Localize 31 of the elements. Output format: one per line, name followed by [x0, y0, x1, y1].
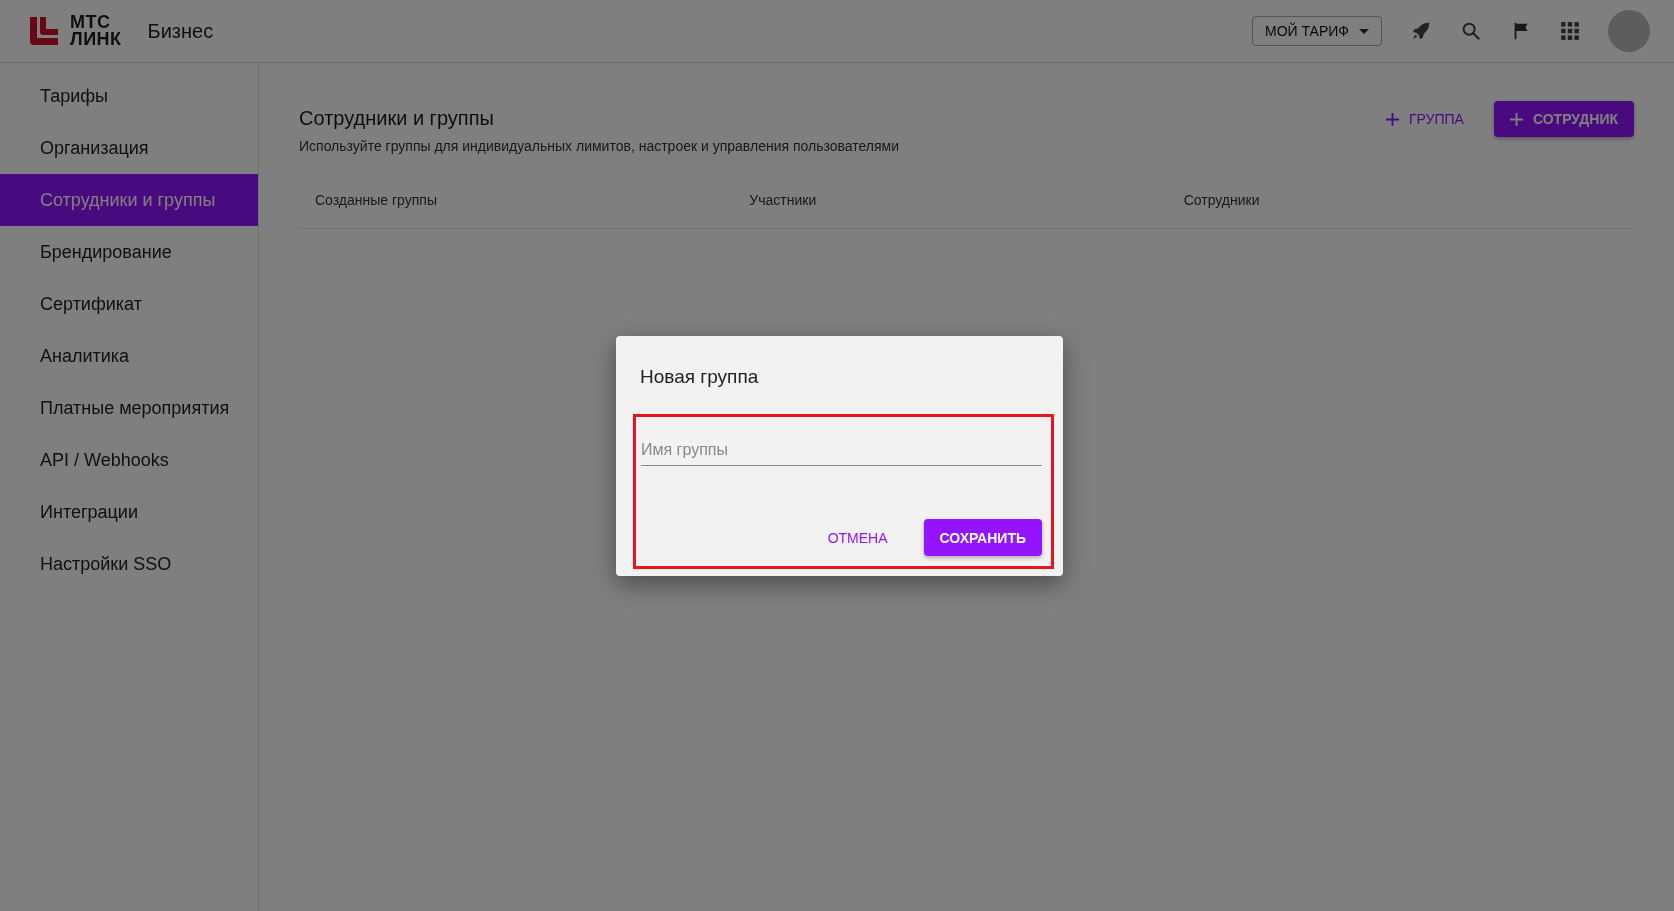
product-name: Бизнес [147, 19, 214, 43]
plus-icon [1509, 112, 1523, 126]
page-subtitle: Используйте группы для индивидуальных лимитов, настроек и управления пользователями [299, 138, 900, 154]
dialog-title: Новая группа [640, 366, 760, 388]
logo-icon [30, 17, 58, 45]
sidebar-item[interactable]: Брендирование [0, 226, 258, 278]
apps-grid-icon[interactable] [1560, 21, 1580, 41]
add-employee-button[interactable]: СОТРУДНИК [1493, 101, 1634, 137]
sidebar-item[interactable]: Сертификат [0, 278, 258, 330]
page-title: Сотрудники и группы [299, 107, 495, 130]
group-name-field[interactable]: Имя группы [641, 435, 1042, 466]
sidebar-item[interactable]: Тарифы [0, 70, 258, 122]
tariff-dropdown[interactable]: МОЙ ТАРИФ [1252, 16, 1382, 46]
save-button[interactable]: СОХРАНИТЬ [923, 519, 1042, 556]
sidebar-item[interactable]: Аналитика [0, 330, 258, 382]
sidebar-item[interactable]: Платные мероприятия [0, 382, 258, 434]
add-group-button[interactable]: ГРУППА [1378, 101, 1472, 137]
column-header: Созданные группы [315, 192, 438, 208]
sidebar-item[interactable]: API / Webhooks [0, 434, 258, 486]
cancel-button[interactable]: ОТМЕНА [821, 528, 894, 547]
caret-icon [1359, 28, 1369, 34]
column-header: Сотрудники [1183, 192, 1261, 208]
plus-icon [1386, 112, 1399, 126]
rocket-icon[interactable] [1410, 20, 1432, 42]
column-header: Участники [749, 192, 818, 208]
sidebar-item[interactable]: Настройки SSO [0, 538, 258, 590]
sidebar-item[interactable]: Интеграции [0, 486, 258, 538]
sidebar-item[interactable]: Сотрудники и группы [0, 174, 258, 226]
logo-text: МТС ЛИНК [70, 14, 122, 48]
search-icon[interactable] [1460, 20, 1482, 42]
sidebar-item[interactable]: Организация [0, 122, 258, 174]
